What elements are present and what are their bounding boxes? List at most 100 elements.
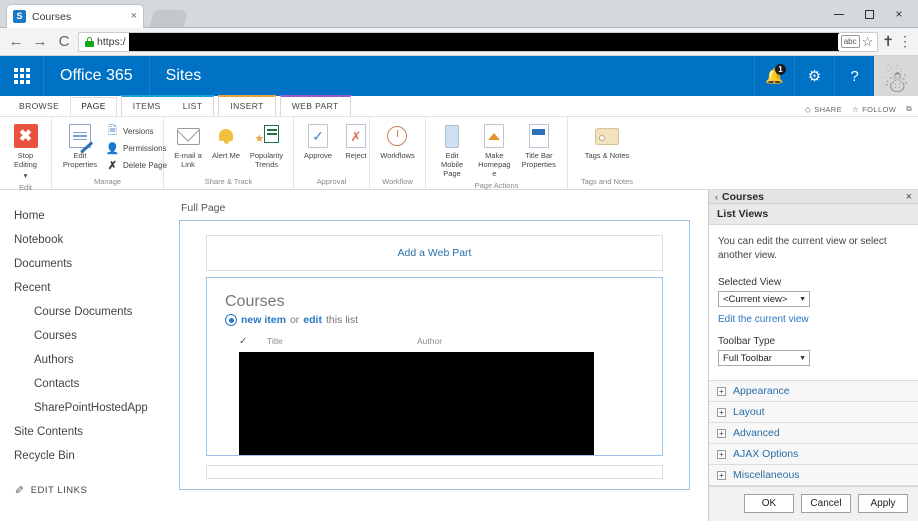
- edit-properties-icon: [69, 123, 91, 149]
- sidebar-item-documents[interactable]: Documents: [10, 252, 175, 276]
- toolbar-type-dropdown[interactable]: Full Toolbar ▼: [718, 350, 810, 366]
- expand-icon: +: [717, 449, 726, 459]
- accordion-ajax-options[interactable]: + AJAX Options: [709, 443, 918, 465]
- group-label-approval: Approval: [316, 177, 347, 186]
- office365-brand[interactable]: Office 365: [44, 56, 150, 96]
- make-homepage-button[interactable]: Make Homepage: [474, 121, 514, 180]
- tool-pane-footer: OK Cancel Apply: [709, 486, 918, 521]
- column-header-title[interactable]: Title: [267, 336, 417, 347]
- list-rows-redacted: [239, 352, 594, 455]
- versions-button[interactable]: 🗎 Versions: [104, 124, 169, 139]
- tab-items[interactable]: ITEMS: [122, 97, 172, 116]
- reload-icon[interactable]: C: [54, 32, 74, 52]
- ribbon-group-edit: ✖ Stop Editing ▾ Edit: [0, 117, 52, 192]
- delete-page-button[interactable]: ✗ Delete Page: [104, 158, 169, 173]
- accordion-miscellaneous[interactable]: + Miscellaneous: [709, 464, 918, 486]
- selected-view-dropdown[interactable]: <Current view> ▼: [718, 291, 810, 307]
- chevron-down-icon: ▼: [799, 295, 806, 303]
- tags-and-notes-label: Tags & Notes: [584, 151, 630, 160]
- stop-editing-button[interactable]: ✖ Stop Editing ▾: [6, 121, 45, 182]
- permissions-button[interactable]: 👤 Permissions: [104, 141, 169, 156]
- edit-links-button[interactable]: ✎ EDIT LINKS: [10, 484, 175, 497]
- back-icon[interactable]: ←: [6, 32, 26, 52]
- add-a-web-part-button[interactable]: Add a Web Part: [206, 235, 663, 271]
- column-header-check[interactable]: ✓: [239, 336, 267, 347]
- address-bar[interactable]: https:/ abc ☆: [78, 31, 879, 52]
- window-close-icon[interactable]: ×: [884, 2, 914, 26]
- tab-list[interactable]: LIST: [172, 97, 214, 116]
- edit-the-current-view-link[interactable]: Edit the current view: [718, 314, 909, 325]
- settings-gear-icon[interactable]: ⚙: [794, 56, 834, 96]
- sidebar-item-course-documents[interactable]: Course Documents: [10, 300, 175, 324]
- workflows-button[interactable]: Workflows: [377, 121, 417, 162]
- back-chevron-icon[interactable]: ‹: [715, 192, 718, 202]
- tab-group-insert: INSERT: [218, 95, 276, 116]
- close-icon[interactable]: ×: [131, 11, 137, 22]
- edit-properties-button[interactable]: Edit Properties: [58, 121, 102, 171]
- accordion-advanced[interactable]: + Advanced: [709, 422, 918, 444]
- chrome-menu-icon[interactable]: ⋮: [898, 33, 912, 50]
- reject-button[interactable]: ✗ Reject: [338, 121, 374, 162]
- reject-label: Reject: [345, 151, 367, 160]
- tab-insert[interactable]: INSERT: [219, 97, 274, 116]
- sidebar-item-recycle-bin[interactable]: Recycle Bin: [10, 444, 175, 468]
- translate-icon[interactable]: abc: [840, 35, 860, 48]
- minimize-icon[interactable]: [824, 2, 854, 26]
- sidebar-item-authors[interactable]: Authors: [10, 348, 175, 372]
- tab-page[interactable]: PAGE: [70, 97, 117, 116]
- apply-button[interactable]: Apply: [858, 494, 908, 513]
- approve-button[interactable]: ✓ Approve: [300, 121, 336, 162]
- extension-icon[interactable]: ✝: [882, 33, 894, 50]
- accordion-ajax-options-label: AJAX Options: [733, 448, 799, 460]
- focus-on-content-button[interactable]: ⧉: [906, 104, 912, 114]
- sidebar-item-site-contents[interactable]: Site Contents: [10, 420, 175, 444]
- suite-app-sites[interactable]: Sites: [150, 56, 218, 96]
- avatar[interactable]: ☃: [874, 56, 918, 96]
- stop-editing-label: Stop Editing: [14, 151, 37, 169]
- sidebar-item-notebook[interactable]: Notebook: [10, 228, 175, 252]
- app-launcher-icon[interactable]: [0, 56, 44, 96]
- sidebar-item-recent[interactable]: Recent: [10, 276, 175, 300]
- bookmark-star-icon[interactable]: ☆: [862, 34, 874, 50]
- sidebar-item-home[interactable]: Home: [10, 204, 175, 228]
- edit-link[interactable]: edit: [303, 314, 322, 326]
- courses-webpart[interactable]: Courses new item or edit this list ✓ Tit…: [206, 277, 663, 456]
- tab-browse[interactable]: BROWSE: [8, 97, 70, 116]
- column-header-author[interactable]: Author: [417, 336, 537, 347]
- make-homepage-icon: [484, 123, 505, 149]
- popularity-trends-button[interactable]: ★ Popularity Trends: [246, 121, 287, 171]
- email-a-link-button[interactable]: E-mail a Link: [170, 121, 206, 171]
- tab-web-part[interactable]: WEB PART: [281, 97, 350, 116]
- browser-tab[interactable]: S Courses ×: [6, 4, 144, 28]
- edit-mobile-page-button[interactable]: Edit Mobile Page: [432, 121, 472, 180]
- notifications-icon[interactable]: 🔔 1: [754, 56, 794, 96]
- maximize-icon[interactable]: [854, 2, 884, 26]
- share-button[interactable]: ◇ SHARE: [805, 105, 842, 114]
- follow-button[interactable]: ☆ FOLLOW: [852, 105, 896, 114]
- tags-and-notes-button[interactable]: Tags & Notes: [582, 121, 633, 162]
- alert-me-button[interactable]: Alert Me: [208, 121, 244, 162]
- sidebar-item-sharepointhostedapp[interactable]: SharePointHostedApp: [10, 396, 175, 420]
- accordion-appearance[interactable]: + Appearance: [709, 380, 918, 402]
- webpart-zone-bottom-slot[interactable]: [206, 465, 663, 479]
- sidebar-item-courses[interactable]: Courses: [10, 324, 175, 348]
- selected-view-label: Selected View: [718, 277, 782, 288]
- share-icon: ◇: [805, 104, 812, 114]
- webpart-zone[interactable]: Add a Web Part Courses new item or edit …: [179, 220, 690, 490]
- workflows-icon: [387, 123, 408, 149]
- section-header-list-views: List Views: [709, 204, 918, 225]
- cancel-button[interactable]: Cancel: [801, 494, 851, 513]
- sidebar-item-contacts[interactable]: Contacts: [10, 372, 175, 396]
- ok-button[interactable]: OK: [744, 494, 794, 513]
- new-item-link[interactable]: new item: [241, 314, 286, 326]
- accordion-layout[interactable]: + Layout: [709, 401, 918, 423]
- close-icon[interactable]: ×: [906, 191, 912, 203]
- tags-notes-icon: [594, 123, 619, 149]
- help-icon[interactable]: ?: [834, 56, 874, 96]
- new-tab-button[interactable]: [149, 10, 189, 27]
- forward-icon[interactable]: →: [30, 32, 50, 52]
- title-bar-properties-button[interactable]: Title Bar Properties: [517, 121, 561, 171]
- make-homepage-label: Make Homepage: [478, 151, 511, 178]
- accordion-appearance-label: Appearance: [733, 385, 790, 397]
- ribbon-group-page-actions: Edit Mobile Page Make Homepage Title Bar…: [426, 117, 568, 190]
